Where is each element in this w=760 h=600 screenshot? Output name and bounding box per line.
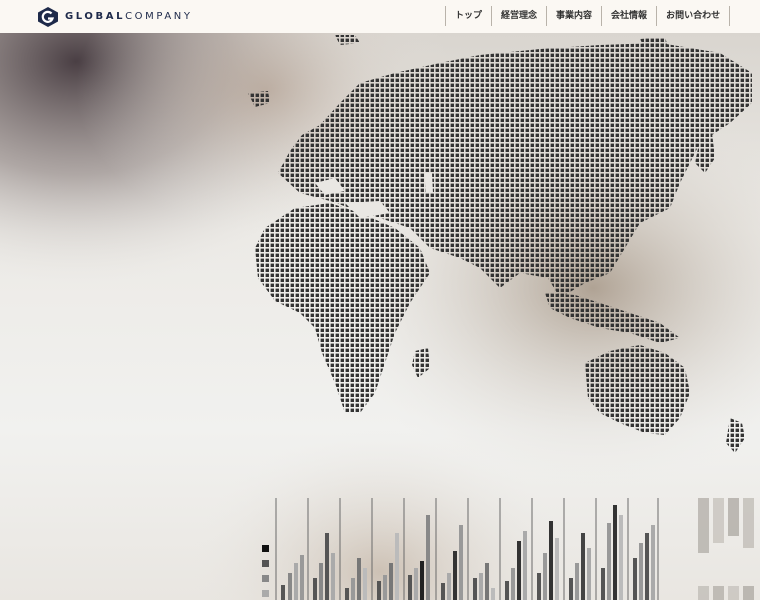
logo-text: GLOBALCOMPANY — [65, 6, 193, 28]
logo-text-light: COMPANY — [125, 11, 193, 22]
nav-item-philosophy[interactable]: 経営理念 — [491, 6, 546, 26]
logo-icon — [38, 7, 58, 27]
nav-item-top[interactable]: トップ — [445, 6, 491, 26]
company-logo[interactable]: GLOBALCOMPANY — [37, 6, 193, 28]
site-header: GLOBALCOMPANY トップ 経営理念 事業内容 会社情報 お問い合わせ — [0, 0, 760, 33]
logo-text-bold: GLOBAL — [65, 11, 126, 22]
nav-item-company[interactable]: 会社情報 — [601, 6, 656, 26]
hero-illustration — [0, 33, 760, 600]
hero-image — [0, 33, 760, 600]
main-nav: トップ 経営理念 事業内容 会社情報 お問い合わせ — [445, 6, 731, 26]
nav-item-business[interactable]: 事業内容 — [546, 6, 601, 26]
nav-item-contact[interactable]: お問い合わせ — [656, 6, 729, 26]
